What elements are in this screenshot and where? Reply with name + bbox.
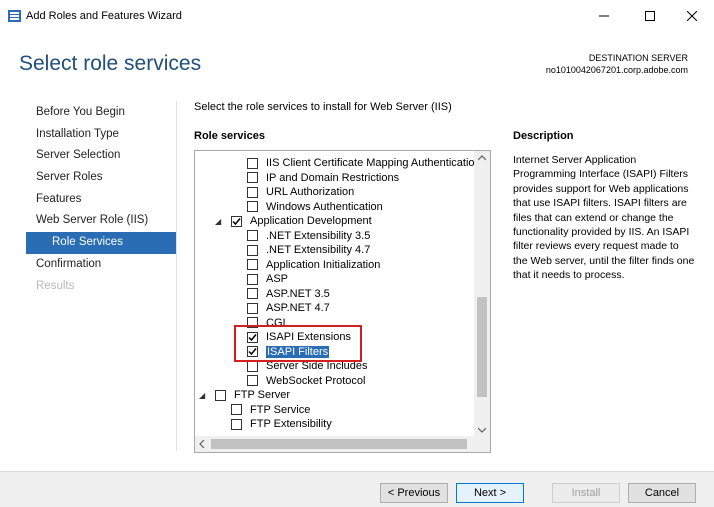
- tree-item[interactable]: Windows Authentication: [247, 200, 383, 215]
- next-button[interactable]: Next >: [456, 483, 524, 503]
- title-bar: Add Roles and Features Wizard: [0, 0, 714, 32]
- window-title: Add Roles and Features Wizard: [26, 10, 182, 22]
- nav-item-role-services[interactable]: Role Services: [26, 232, 176, 254]
- destination-server-label: DESTINATION SERVER: [588, 53, 688, 63]
- checkbox[interactable]: [247, 360, 258, 372]
- nav-item-server-selection[interactable]: Server Selection: [26, 145, 176, 167]
- server-manager-icon: [8, 10, 21, 22]
- tree-item-label: ASP.NET 3.5: [266, 287, 330, 300]
- cancel-button[interactable]: Cancel: [628, 483, 696, 503]
- scroll-down-icon[interactable]: [478, 427, 486, 433]
- instruction-text: Select the role services to install for …: [194, 101, 452, 113]
- vertical-scroll-thumb[interactable]: [477, 297, 487, 397]
- tree-item-label: ASP: [266, 273, 289, 286]
- annotation-highlight-box: [234, 325, 362, 362]
- checkbox[interactable]: [247, 259, 258, 271]
- checkbox[interactable]: [231, 404, 242, 416]
- previous-button[interactable]: < Previous: [380, 483, 448, 503]
- checkbox[interactable]: [231, 215, 242, 227]
- scroll-up-icon[interactable]: [478, 155, 486, 161]
- nav-item-results: Results: [36, 279, 75, 292]
- page-title: Select role services: [19, 52, 202, 75]
- tree-item[interactable]: URL Authorization: [247, 185, 354, 200]
- minimize-icon: [599, 15, 609, 17]
- vertical-scrollbar[interactable]: [474, 151, 490, 437]
- tree-item[interactable]: ASP.NET 3.5: [247, 287, 330, 302]
- tree-item[interactable]: WebSocket Protocol: [247, 374, 365, 389]
- nav-item-before-you-begin[interactable]: Before You Begin: [26, 102, 176, 124]
- close-icon: [687, 11, 697, 21]
- checkbox[interactable]: [247, 288, 258, 300]
- tree-item-label: .NET Extensibility 3.5: [266, 229, 371, 242]
- tree-item[interactable]: .NET Extensibility 4.7: [247, 243, 370, 258]
- nav-item-server-roles[interactable]: Server Roles: [26, 167, 176, 189]
- description-text: Internet Server Application Programming …: [513, 154, 695, 282]
- checkbox[interactable]: [231, 418, 242, 430]
- tree-item-label: FTP Server: [234, 389, 291, 402]
- tree-item-label: IP and Domain Restrictions: [266, 171, 400, 184]
- tree-item-label: Application Initialization: [266, 258, 381, 271]
- tree-item-label: Windows Authentication: [266, 200, 383, 213]
- tree-item[interactable]: FTP Service: [231, 403, 310, 418]
- scroll-left-icon[interactable]: [199, 440, 205, 448]
- checkbox[interactable]: [215, 389, 226, 401]
- checkbox[interactable]: [247, 172, 258, 184]
- tree-item[interactable]: ASP: [247, 272, 288, 287]
- tree-item-label: IIS Client Certificate Mapping Authentic…: [266, 157, 481, 170]
- checkmark-icon: [232, 217, 241, 225]
- tree-item[interactable]: IIS Client Certificate Mapping Authentic…: [247, 156, 481, 171]
- checkbox[interactable]: [247, 157, 258, 169]
- install-button: Install: [552, 483, 620, 503]
- nav-item-features[interactable]: Features: [26, 189, 176, 211]
- tree-item-label: Application Development: [250, 215, 372, 228]
- tree-item[interactable]: IP and Domain Restrictions: [247, 171, 399, 186]
- checkbox[interactable]: [247, 244, 258, 256]
- tree-item-label: WebSocket Protocol: [266, 374, 366, 387]
- tree-item[interactable]: ◢ Application Development: [215, 214, 372, 229]
- checkbox[interactable]: [247, 375, 258, 387]
- checkbox[interactable]: [247, 302, 258, 314]
- tree-item-label: Server Side Includes: [266, 360, 368, 373]
- role-services-tree[interactable]: FTP Extensibility FTP Service ◢ FTP Server W…: [194, 150, 491, 453]
- minimize-button[interactable]: [582, 0, 626, 32]
- horizontal-scrollbar[interactable]: [195, 436, 490, 452]
- tree-item-label: .NET Extensibility 4.7: [266, 244, 371, 257]
- checkbox[interactable]: [247, 230, 258, 242]
- destination-server-host: no1010042067201.corp.adobe.com: [545, 65, 688, 75]
- tree-item-label: FTP Extensibility: [250, 418, 332, 431]
- role-services-label: Role services: [194, 130, 265, 142]
- description-label: Description: [513, 130, 574, 142]
- nav-item-confirmation[interactable]: Confirmation: [26, 254, 176, 276]
- maximize-icon: [645, 11, 655, 21]
- tree-item[interactable]: ASP.NET 4.7: [247, 301, 330, 316]
- checkbox[interactable]: [247, 273, 258, 285]
- nav-item-web-server-role-iis[interactable]: Web Server Role (IIS): [26, 210, 176, 232]
- tree-item-label: URL Authorization: [266, 186, 355, 199]
- collapse-arrow-icon[interactable]: ◢: [215, 217, 225, 226]
- collapse-arrow-icon[interactable]: ◢: [199, 391, 209, 400]
- close-button[interactable]: [670, 0, 714, 32]
- nav-item-installation-type[interactable]: Installation Type: [26, 124, 176, 146]
- horizontal-scroll-thumb[interactable]: [211, 439, 467, 449]
- tree-item-label: ASP.NET 4.7: [266, 302, 330, 315]
- checkbox[interactable]: [247, 201, 258, 213]
- tree-item[interactable]: ◢ FTP Server: [199, 388, 290, 403]
- tree-item[interactable]: FTP Extensibility: [231, 417, 332, 432]
- checkbox[interactable]: [247, 186, 258, 198]
- scroll-corner: [474, 436, 490, 452]
- tree-item[interactable]: Application Initialization: [247, 258, 380, 273]
- wizard-nav: Before You Begin Installation Type Server …: [26, 102, 176, 297]
- tree-item-label: FTP Service: [250, 403, 311, 416]
- maximize-button[interactable]: [628, 0, 672, 32]
- nav-divider: [176, 101, 177, 451]
- tree-item[interactable]: .NET Extensibility 3.5: [247, 229, 370, 244]
